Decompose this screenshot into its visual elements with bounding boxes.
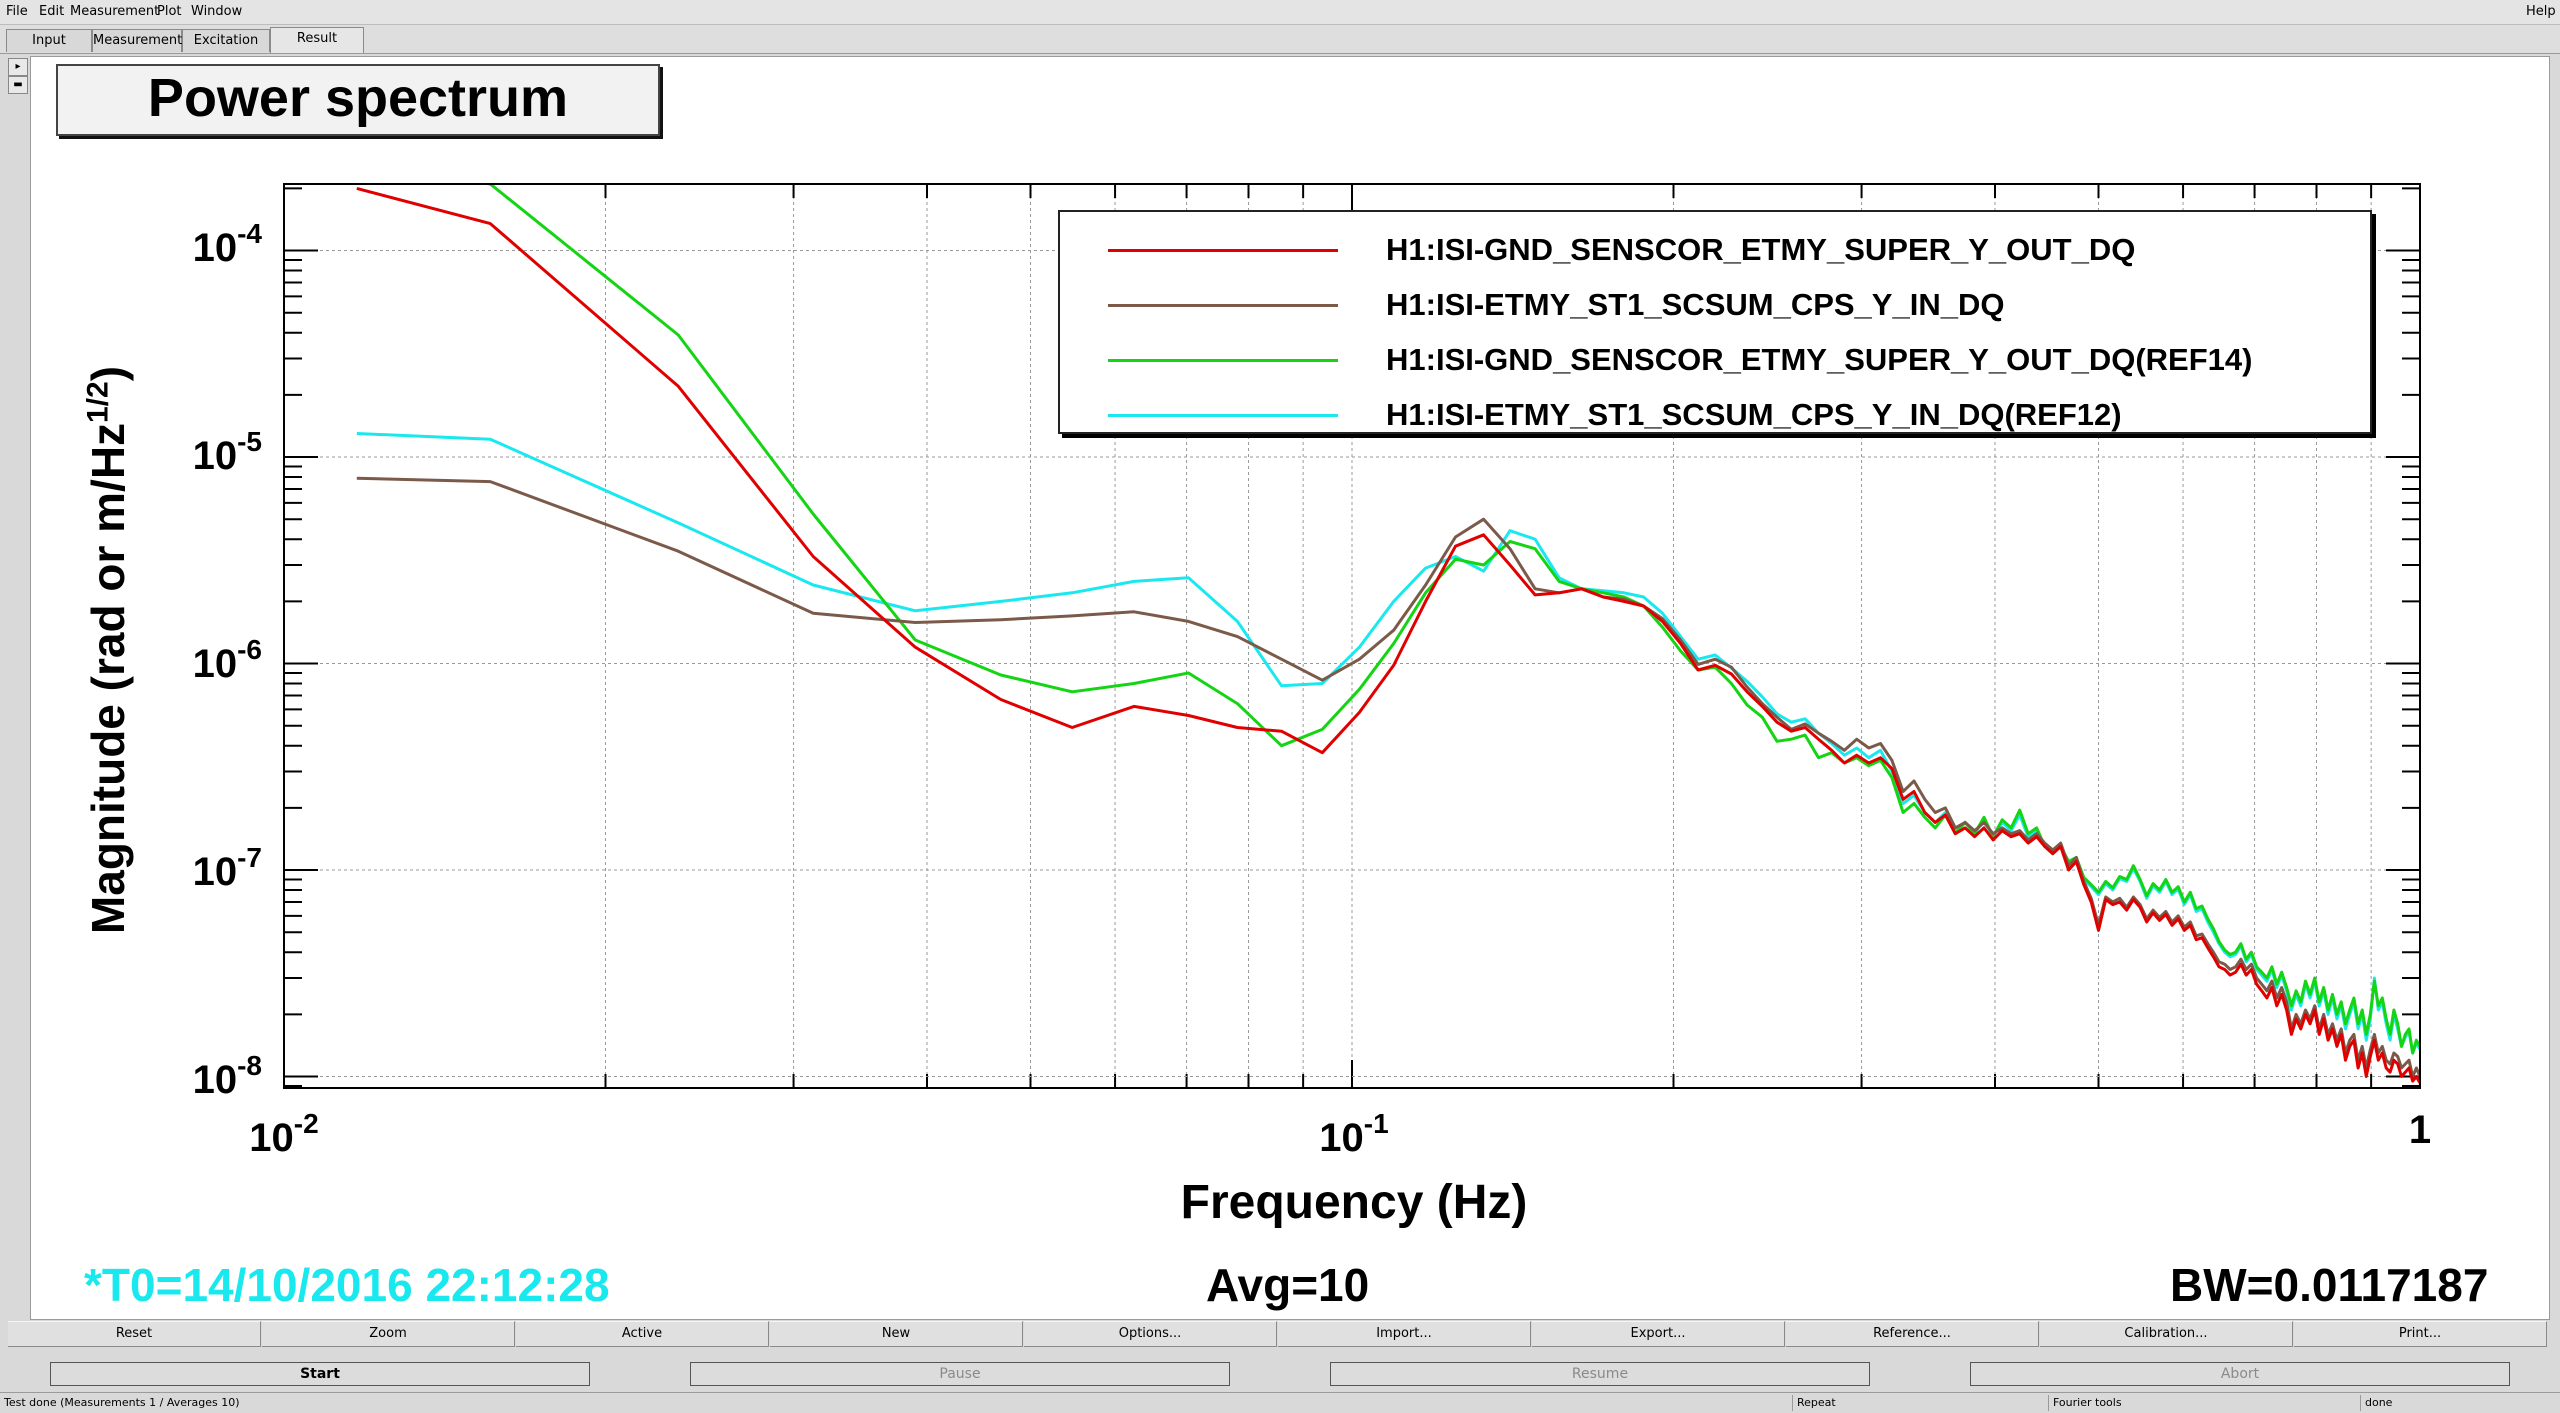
run-controls-bar: Start Pause Resume Abort <box>0 1360 2560 1388</box>
import-button[interactable]: Import... <box>1278 1321 1531 1347</box>
legend-label: H1:ISI-GND_SENSCOR_ETMY_SUPER_Y_OUT_DQ <box>1386 232 2136 267</box>
legend-entry: H1:ISI-GND_SENSCOR_ETMY_SUPER_Y_OUT_DQ <box>1060 230 2370 270</box>
legend-entry: H1:ISI-ETMY_ST1_SCSUM_CPS_Y_IN_DQ <box>1060 285 2370 325</box>
export-button[interactable]: Export... <box>1532 1321 1785 1347</box>
status-bar: Test done (Measurements 1 / Averages 10)… <box>0 1392 2560 1413</box>
y-tick-label: 10-6 <box>192 634 262 686</box>
print-button[interactable]: Print... <box>2294 1321 2547 1347</box>
reset-button[interactable]: Reset <box>8 1321 261 1347</box>
resume-button[interactable]: Resume <box>1330 1362 1870 1386</box>
bandwidth-value: BW=0.0117187 <box>2170 1259 2489 1311</box>
legend-label: H1:ISI-ETMY_ST1_SCSUM_CPS_Y_IN_DQ <box>1386 287 2005 322</box>
options-button[interactable]: Options... <box>1024 1321 1277 1347</box>
legend-swatch <box>1108 414 1338 417</box>
legend-entry: H1:ISI-GND_SENSCOR_ETMY_SUPER_Y_OUT_DQ(R… <box>1060 340 2370 380</box>
t0-timestamp: *T0=14/10/2016 22:12:28 <box>84 1259 610 1311</box>
status-tools: Fourier tools <box>2048 1395 2122 1411</box>
legend-swatch <box>1108 359 1338 362</box>
x-axis-label: Frequency (Hz) <box>1180 1176 1528 1229</box>
status-state: done <box>2360 1395 2392 1411</box>
legend-label: H1:ISI-ETMY_ST1_SCSUM_CPS_Y_IN_DQ(REF12) <box>1386 397 2122 432</box>
abort-button[interactable]: Abort <box>1970 1362 2510 1386</box>
pause-button[interactable]: Pause <box>690 1362 1230 1386</box>
y-tick-label: 10-5 <box>192 426 262 478</box>
status-repeat: Repeat <box>1792 1395 1836 1411</box>
legend[interactable]: H1:ISI-GND_SENSCOR_ETMY_SUPER_Y_OUT_DQ H… <box>1058 210 2372 434</box>
new-button[interactable]: New <box>770 1321 1023 1347</box>
plot-controls-bar: Reset Zoom Active New Options... Import.… <box>0 1320 2560 1347</box>
y-tick-label: 10-4 <box>192 218 262 270</box>
start-button[interactable]: Start <box>50 1362 590 1386</box>
legend-swatch <box>1108 249 1338 252</box>
legend-entry: H1:ISI-ETMY_ST1_SCSUM_CPS_Y_IN_DQ(REF12) <box>1060 395 2370 435</box>
legend-label: H1:ISI-GND_SENSCOR_ETMY_SUPER_Y_OUT_DQ(R… <box>1386 342 2253 377</box>
y-tick-label: 10-8 <box>192 1050 262 1102</box>
active-button[interactable]: Active <box>516 1321 769 1347</box>
average-count: Avg=10 <box>1206 1259 1370 1311</box>
calibration-button[interactable]: Calibration... <box>2040 1321 2293 1347</box>
x-tick-label: 1 <box>2408 1108 2432 1152</box>
x-tick-label: 10-2 <box>249 1108 319 1160</box>
y-axis-label: Magnitude (rad or m/Hz1/2) <box>81 365 134 935</box>
reference-button[interactable]: Reference... <box>1786 1321 2039 1347</box>
x-tick-label: 10-1 <box>1319 1108 1389 1160</box>
status-message: Test done (Measurements 1 / Averages 10) <box>4 1396 240 1409</box>
zoom-button[interactable]: Zoom <box>262 1321 515 1347</box>
y-tick-label: 10-7 <box>192 842 262 894</box>
legend-swatch <box>1108 304 1338 307</box>
